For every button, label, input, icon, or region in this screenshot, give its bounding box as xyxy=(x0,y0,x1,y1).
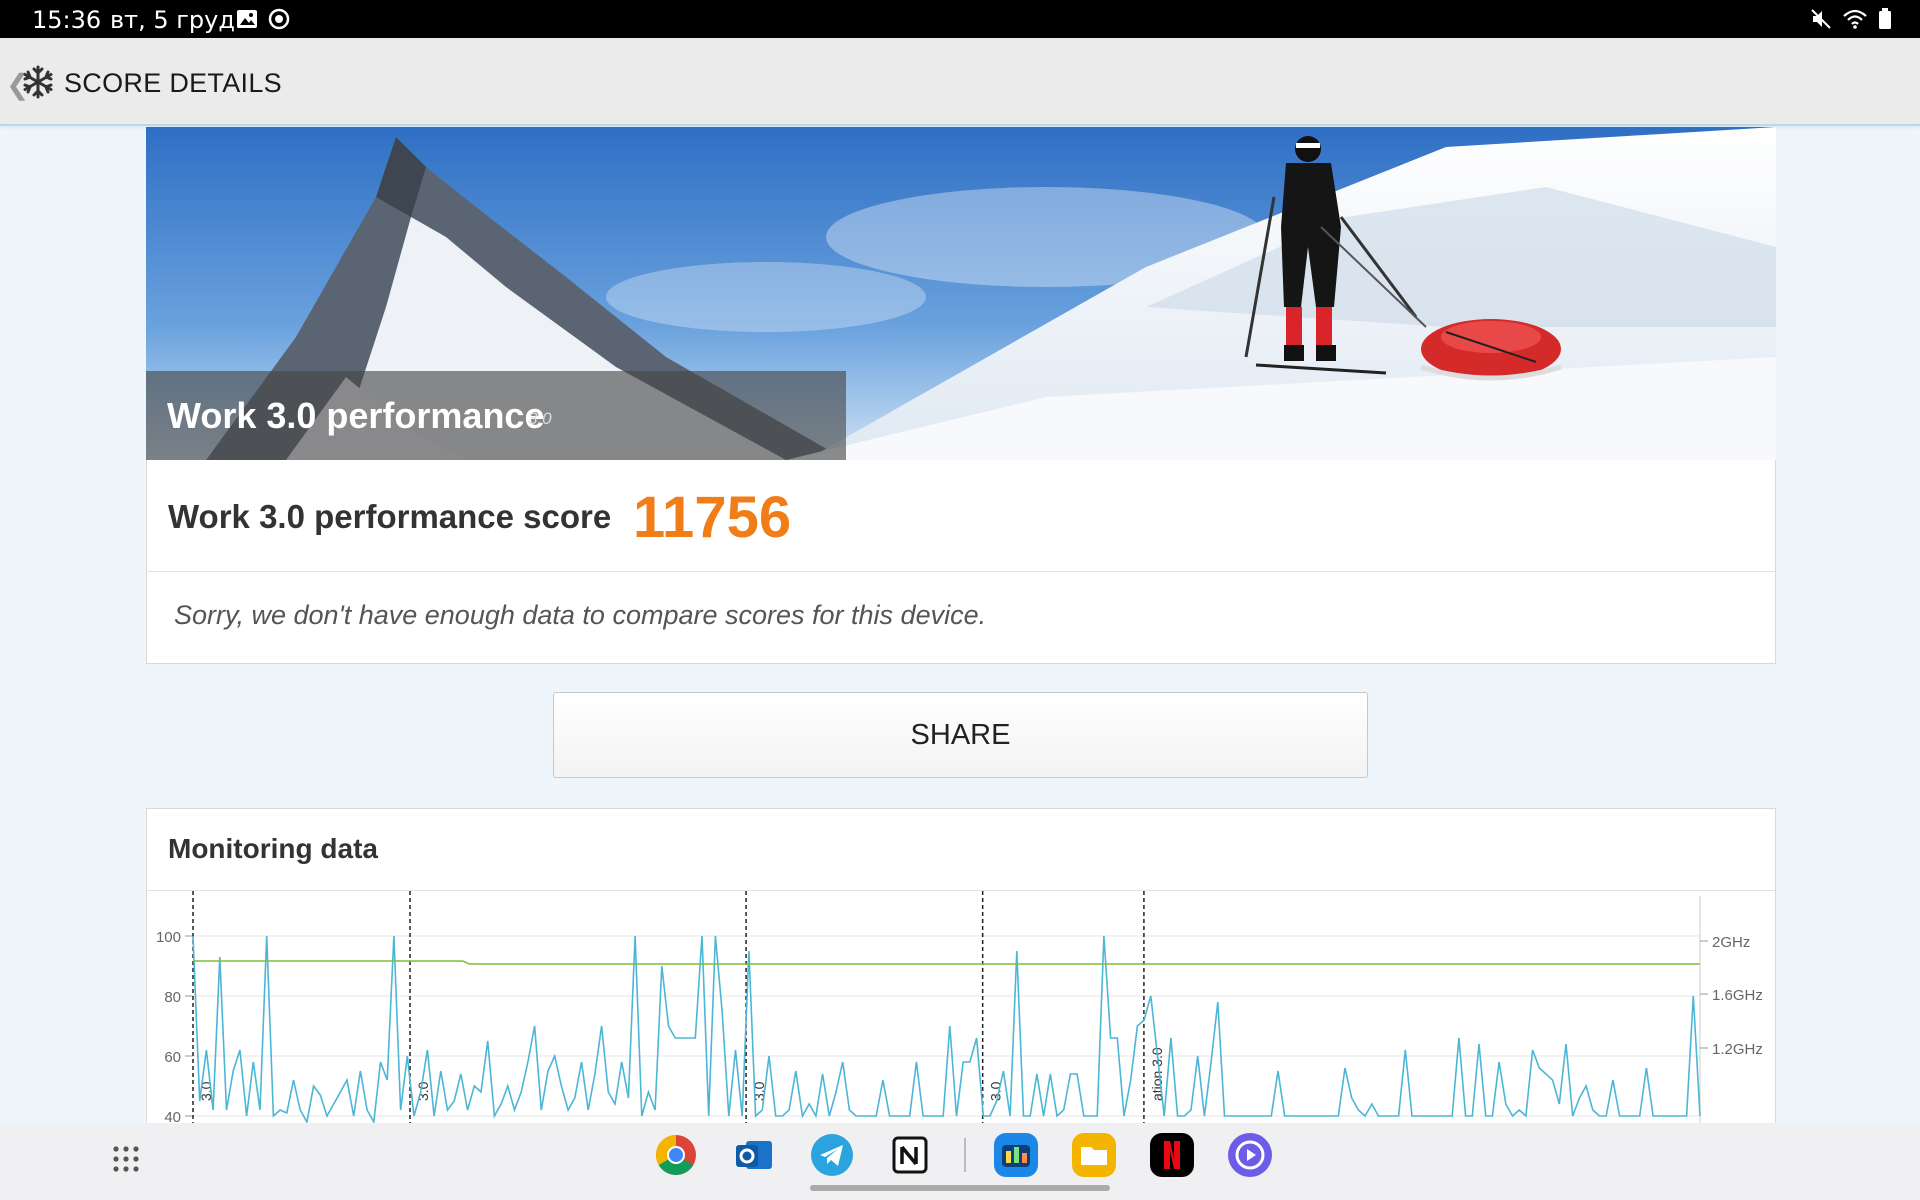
status-right-icons xyxy=(1810,8,1892,30)
hero-title: Work 3.0 performance xyxy=(167,395,545,436)
y-right-tick-label: 1.6GHz xyxy=(1712,987,1763,1004)
y-left-tick-label: 100 xyxy=(156,929,181,946)
telegram-app-icon[interactable] xyxy=(808,1131,856,1179)
section-label: 3.0 xyxy=(415,1081,431,1101)
hero-label: Work 3.0 performance 3.0 xyxy=(146,371,846,460)
monitoring-title: Monitoring data xyxy=(168,833,378,864)
y-left-tick-label: 60 xyxy=(164,1049,181,1066)
compare-note: Sorry, we don't have enough data to comp… xyxy=(174,600,987,630)
compare-note-card: Sorry, we don't have enough data to comp… xyxy=(146,571,1776,664)
score-card: Work 3.0 performance score 11756 xyxy=(146,460,1776,572)
files-app-icon[interactable] xyxy=(1070,1131,1118,1179)
player-app-icon[interactable] xyxy=(1226,1131,1274,1179)
hero-version: 3.0 xyxy=(528,409,552,428)
score-value: 11756 xyxy=(633,485,792,550)
status-time: 15:36 xyxy=(32,6,102,34)
sled xyxy=(1420,319,1562,381)
netflix-app-icon[interactable] xyxy=(1148,1131,1196,1179)
outlook-app-icon[interactable] xyxy=(730,1131,778,1179)
wifi-icon xyxy=(1843,9,1867,29)
home-indicator[interactable] xyxy=(810,1185,1110,1191)
app-drawer-icon[interactable] xyxy=(112,1145,140,1173)
status-date: вт, 5 груд. xyxy=(110,6,243,34)
gallery-icon xyxy=(237,10,257,28)
app-bar: ❮ SCORE DETAILS xyxy=(0,38,1920,126)
page-title: SCORE DETAILS xyxy=(64,68,282,98)
score-label: Work 3.0 performance score xyxy=(168,498,612,535)
y-right-tick-label: 1.2GHz xyxy=(1712,1041,1763,1058)
cpu-frequency-series-line xyxy=(193,960,1700,965)
snowflake-logo-icon[interactable] xyxy=(20,64,56,100)
status-bar: 15:36 вт, 5 груд. xyxy=(0,0,1920,38)
y-left-tick-label: 80 xyxy=(164,989,181,1006)
chrome-app-icon[interactable] xyxy=(652,1131,700,1179)
section-label: 3.0 xyxy=(988,1081,1004,1101)
y-right-tick-label: 2GHz xyxy=(1712,934,1750,951)
app-dock xyxy=(652,1131,1304,1179)
dock-separator xyxy=(964,1138,966,1172)
monitoring-header: Monitoring data xyxy=(147,809,1775,891)
battery-icon xyxy=(1879,8,1891,29)
benchmark-app-icon[interactable] xyxy=(992,1131,1040,1179)
sync-icon xyxy=(268,8,290,30)
hero-banner: Work 3.0 performance 3.0 xyxy=(146,127,1776,460)
notion-app-icon[interactable] xyxy=(886,1131,934,1179)
share-button[interactable]: SHARE xyxy=(553,692,1368,778)
taskbar xyxy=(0,1123,1920,1200)
mute-icon xyxy=(1811,9,1831,29)
